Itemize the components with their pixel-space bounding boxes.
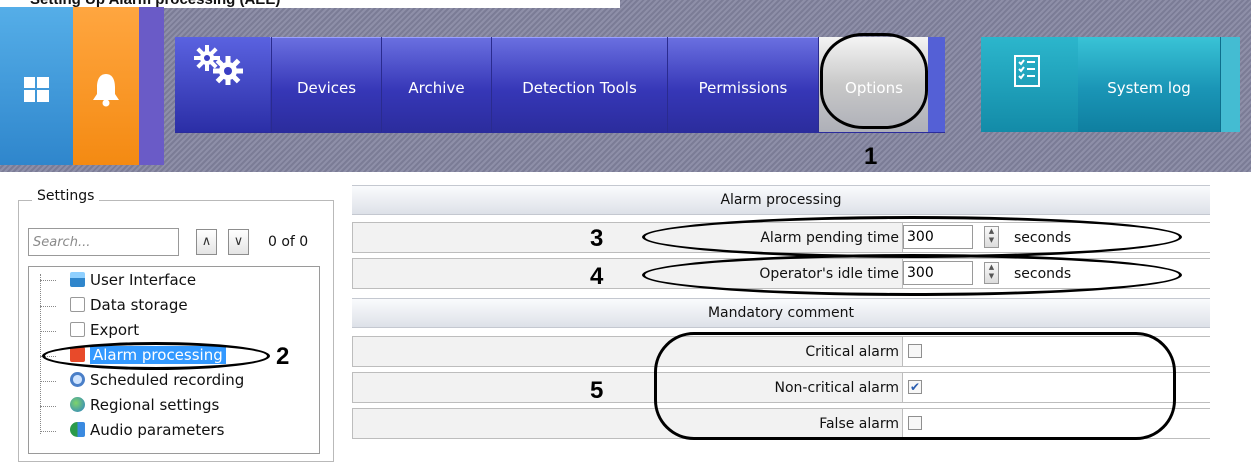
tree-branch — [40, 381, 56, 382]
tree-item-label: Data storage — [90, 296, 188, 314]
tree-item-scheduled-recording[interactable]: Scheduled recording — [70, 369, 245, 391]
side-tile — [139, 7, 164, 165]
tree-item-label: Scheduled recording — [90, 371, 245, 389]
globe-icon — [70, 397, 85, 412]
annotation-ellipse-alarm-processing — [42, 342, 270, 370]
export-icon — [70, 322, 85, 337]
annotation-ellipse-pending — [642, 216, 1182, 258]
tree-branch — [40, 280, 56, 281]
tree-item-audio-parameters[interactable]: Audio parameters — [70, 419, 225, 441]
window-icon — [70, 272, 85, 287]
tree-item-user-interface[interactable]: User Interface — [70, 269, 197, 291]
tree-item-regional-settings[interactable]: Regional settings — [70, 394, 220, 416]
annotation-ellipse-idle — [642, 254, 1182, 296]
tree-item-export[interactable]: Export — [70, 319, 140, 341]
search-result-count: 0 of 0 — [268, 234, 309, 250]
tree-item-label: Export — [90, 321, 140, 339]
tree-item-label: Regional settings — [90, 396, 220, 414]
menu-end-cap — [928, 37, 945, 132]
menu-item-system-log[interactable]: System log — [1079, 37, 1219, 132]
mandatory-comment-header: Mandatory comment — [352, 298, 1210, 328]
gears-icon — [194, 45, 243, 85]
windows-icon — [24, 77, 49, 102]
search-prev-button[interactable]: ∧ — [196, 229, 217, 255]
system-log-tile[interactable] — [981, 37, 1078, 132]
tree-branch — [40, 406, 56, 407]
annotation-label-1: 1 — [864, 143, 878, 170]
search-input[interactable] — [28, 228, 179, 256]
annotation-label-5: 5 — [590, 377, 604, 404]
menu-item-detection-tools[interactable]: Detection Tools — [491, 37, 667, 132]
checklist-icon — [1014, 55, 1040, 87]
settings-legend: Settings — [32, 188, 100, 204]
tree-branch — [40, 331, 56, 332]
annotation-label-3: 3 — [590, 225, 604, 252]
tree-item-data-storage[interactable]: Data storage — [70, 294, 188, 316]
menu-item-permissions[interactable]: Permissions — [667, 37, 818, 132]
data-storage-icon — [70, 297, 85, 312]
annotation-ellipse-comment — [654, 332, 1176, 440]
settings-tile[interactable] — [175, 37, 270, 132]
annotation-ellipse-options — [820, 33, 928, 129]
menu-item-devices[interactable]: Devices — [271, 37, 381, 132]
bell-icon — [93, 74, 119, 107]
alarm-tile[interactable] — [73, 7, 139, 165]
audio-icon — [70, 422, 85, 437]
tree-item-label: User Interface — [90, 271, 197, 289]
tree-branch — [40, 306, 56, 307]
tree-item-label: Audio parameters — [90, 421, 225, 439]
annotation-label-2: 2 — [276, 343, 290, 370]
tree-branch — [40, 431, 56, 432]
system-log-end-cap — [1220, 37, 1240, 132]
alarm-processing-header: Alarm processing — [352, 185, 1210, 215]
menu-item-archive[interactable]: Archive — [381, 37, 491, 132]
annotation-label-4: 4 — [590, 263, 604, 290]
search-next-button[interactable]: ∨ — [228, 229, 249, 255]
clock-icon — [70, 372, 85, 387]
tree-connector — [40, 274, 41, 434]
windows-tile[interactable] — [0, 7, 73, 165]
